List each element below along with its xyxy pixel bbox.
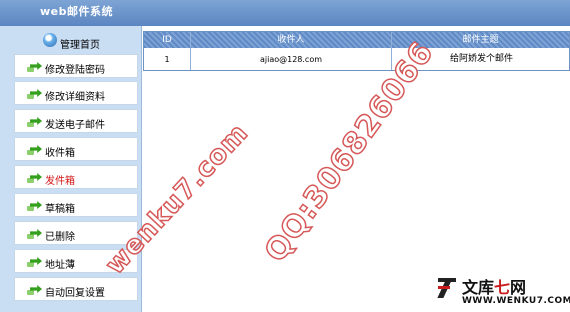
sidebar-item-drafts[interactable]: 草稿箱 bbox=[14, 193, 138, 217]
sidebar-item-label: 修改登陆密码 bbox=[45, 65, 105, 76]
sidebar-item-inbox[interactable]: 收件箱 bbox=[14, 137, 138, 161]
sidebar-item-label: 发送电子邮件 bbox=[45, 120, 105, 131]
cell-subject[interactable]: 给阿娇发个邮件 bbox=[450, 49, 568, 70]
sidebar-item-edit-profile[interactable]: 修改详细资料 bbox=[14, 81, 138, 105]
logo-url: WWW.WENKU7.COM bbox=[462, 296, 570, 306]
sidebar-item-label: 已删除 bbox=[45, 232, 75, 243]
green-arrow-icon bbox=[27, 60, 43, 72]
column-header-recipient[interactable]: 收件人 bbox=[191, 32, 391, 48]
green-arrow-icon bbox=[27, 171, 43, 183]
column-divider bbox=[190, 32, 191, 70]
home-label: 管理首页 bbox=[60, 40, 100, 51]
wenku7-logo: 文库七网 WWW.WENKU7.COM bbox=[437, 272, 570, 308]
sidebar-item-label: 修改详细资料 bbox=[45, 92, 105, 103]
sidebar-item-change-password[interactable]: 修改登陆密码 bbox=[14, 54, 138, 78]
mail-table: ID 收件人 邮件主题 1 ajiao@128.com 给阿娇发个邮件 bbox=[143, 31, 570, 71]
sidebar-item-label: 草稿箱 bbox=[45, 204, 75, 215]
column-header-id[interactable]: ID bbox=[144, 32, 190, 48]
table-header: ID 收件人 邮件主题 bbox=[144, 32, 569, 48]
logo-text: 文库七网 bbox=[462, 278, 527, 297]
green-arrow-icon bbox=[27, 283, 43, 295]
sidebar-item-label: 地址薄 bbox=[45, 260, 75, 271]
globe-icon bbox=[43, 33, 57, 47]
logo-mark-icon bbox=[437, 276, 458, 298]
app-title: web邮件系统 bbox=[40, 5, 113, 18]
sidebar-item-label: 自动回复设置 bbox=[45, 288, 105, 299]
green-arrow-icon bbox=[27, 255, 43, 267]
cell-recipient: ajiao@128.com bbox=[259, 55, 323, 64]
sidebar-item-label: 收件箱 bbox=[45, 148, 75, 159]
sidebar-item-label: 发件箱 bbox=[45, 176, 75, 187]
title-bar: web邮件系统 bbox=[0, 0, 570, 26]
green-arrow-icon bbox=[27, 87, 43, 99]
cell-id: 1 bbox=[164, 55, 170, 64]
home-link[interactable]: 管理首页 bbox=[0, 28, 142, 54]
green-arrow-icon bbox=[27, 227, 43, 239]
sidebar-item-auto-reply[interactable]: 自动回复设置 bbox=[14, 277, 138, 301]
green-arrow-icon bbox=[27, 199, 43, 211]
green-arrow-icon bbox=[27, 115, 43, 127]
green-arrow-icon bbox=[27, 143, 43, 155]
sidebar-item-outbox[interactable]: 发件箱 bbox=[14, 165, 138, 189]
table-row[interactable]: 1 ajiao@128.com 给阿娇发个邮件 bbox=[144, 49, 569, 70]
sidebar-item-send-email[interactable]: 发送电子邮件 bbox=[14, 109, 138, 133]
